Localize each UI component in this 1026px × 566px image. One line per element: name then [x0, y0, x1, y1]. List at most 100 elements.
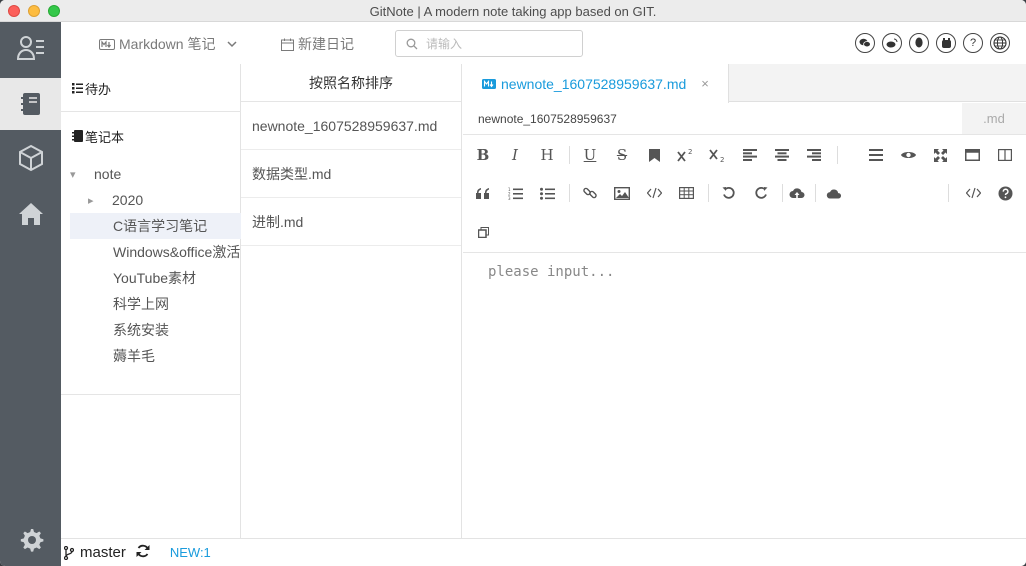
tree-item-label: note — [94, 166, 122, 182]
search-icon — [406, 38, 418, 49]
chevron-down-icon — [227, 41, 237, 48]
app-sidebar — [0, 22, 61, 566]
gear-icon — [20, 529, 43, 552]
wechat-icon[interactable] — [855, 33, 875, 53]
bold-icon[interactable]: B — [471, 143, 495, 167]
home-icon — [18, 203, 43, 225]
redo-icon[interactable] — [749, 181, 773, 205]
notebook-small-icon — [72, 130, 83, 142]
user-list-icon — [16, 36, 44, 60]
split-view-icon[interactable] — [993, 143, 1017, 167]
app-window: GitNote | A modern note taking app based… — [0, 0, 1026, 566]
heading-icon[interactable]: H — [535, 143, 559, 167]
sync-icon[interactable] — [136, 544, 150, 561]
undo-icon[interactable] — [717, 181, 741, 205]
help-icon[interactable]: ? — [963, 33, 983, 53]
filename-input[interactable] — [463, 103, 961, 134]
tab-label: newnote_1607528959637.md — [501, 75, 687, 92]
search-box — [395, 30, 583, 57]
file-list-panel: 按照名称排序 newnote_1607528959637.md 数据类型.md … — [241, 64, 462, 538]
tree-item-deals[interactable]: 薅羊毛 — [70, 343, 241, 369]
notebook-icon — [20, 93, 40, 115]
superscript-icon[interactable]: 2 — [674, 143, 698, 167]
tree-item-label: YouTube素材 — [113, 270, 197, 286]
align-left-icon[interactable] — [738, 143, 762, 167]
sidebar-item-settings[interactable] — [0, 514, 61, 566]
table-icon[interactable] — [674, 181, 698, 205]
fullscreen-icon[interactable] — [928, 143, 952, 167]
file-item[interactable]: newnote_1607528959637.md — [241, 102, 461, 150]
italic-icon[interactable]: I — [503, 143, 527, 167]
notebook-section[interactable]: 笔记本 — [61, 112, 241, 160]
hamburger-icon[interactable] — [864, 143, 888, 167]
link-icon[interactable] — [578, 181, 602, 205]
strikethrough-icon[interactable]: S — [610, 143, 634, 167]
align-center-icon[interactable] — [770, 143, 794, 167]
tree-item-windows-office[interactable]: Windows&office激活 — [70, 239, 241, 265]
separator — [837, 146, 838, 164]
tree-item-2020[interactable]: ▸ 2020 — [70, 187, 241, 213]
editor-pane: newnote_1607528959637.md × .md B I H U S… — [463, 64, 1026, 538]
sidebar-item-contacts[interactable] — [0, 22, 61, 74]
sort-by-name-button[interactable]: 按照名称排序 — [241, 64, 461, 102]
new-diary-button[interactable]: 新建日记 — [281, 34, 354, 54]
qq-icon[interactable] — [909, 33, 929, 53]
github-icon[interactable] — [936, 33, 956, 53]
separator — [569, 184, 570, 202]
code-icon[interactable] — [642, 181, 666, 205]
window-title: GitNote | A modern note taking app based… — [369, 4, 657, 19]
editor-textarea[interactable] — [463, 254, 1026, 538]
todo-section[interactable]: 待办 — [61, 64, 241, 112]
todo-label: 待办 — [85, 81, 112, 97]
note-mode-dropdown[interactable]: Markdown 笔记 — [99, 34, 239, 54]
notebook-panel: 待办 笔记本 ▾ note ▸ 2020 C语言学习笔记 Windows&off… — [61, 64, 241, 538]
sidebar-item-notes[interactable] — [0, 78, 61, 130]
tree-item-note[interactable]: ▾ note — [70, 161, 241, 187]
tree-item-label: 系统安装 — [113, 322, 169, 338]
tab-bar: newnote_1607528959637.md × — [463, 64, 1026, 103]
tree-item-youtube[interactable]: YouTube素材 — [70, 265, 241, 291]
tree-item-label: C语言学习笔记 — [113, 218, 208, 234]
underline-icon[interactable]: U — [578, 143, 602, 167]
todo-list-icon — [72, 83, 83, 94]
branch-indicator[interactable]: master — [64, 544, 126, 561]
unordered-list-icon[interactable] — [535, 181, 559, 205]
align-right-icon[interactable] — [802, 143, 826, 167]
quote-icon[interactable] — [471, 181, 495, 205]
ordered-list-icon[interactable]: 123 — [503, 181, 527, 205]
branch-name: master — [80, 544, 126, 561]
new-count-badge: NEW:1 — [169, 545, 211, 560]
window-icon[interactable] — [960, 143, 984, 167]
tree-item-science-internet[interactable]: 科学上网 — [70, 291, 241, 317]
sidebar-item-home[interactable] — [0, 188, 61, 240]
copy-icon[interactable] — [471, 220, 495, 244]
eye-icon[interactable] — [896, 143, 920, 167]
source-code-icon[interactable] — [961, 181, 985, 205]
subscript-icon[interactable]: 2 — [706, 143, 730, 167]
tree-item-c-notes[interactable]: C语言学习笔记 — [70, 213, 241, 239]
cloud-upload-icon[interactable] — [785, 181, 809, 205]
image-icon[interactable] — [610, 181, 634, 205]
divider — [61, 394, 241, 395]
svg-text:3: 3 — [508, 196, 511, 200]
separator — [815, 184, 816, 202]
tree-item-label: 科学上网 — [113, 296, 169, 312]
weibo-icon[interactable] — [882, 33, 902, 53]
globe-icon[interactable] — [990, 33, 1010, 53]
git-branch-icon — [64, 545, 74, 560]
file-item[interactable]: 数据类型.md — [241, 150, 461, 198]
cloud-icon[interactable] — [822, 181, 846, 205]
svg-text:2: 2 — [688, 148, 692, 156]
caret-down-icon: ▾ — [70, 168, 76, 181]
file-item[interactable]: 进制.md — [241, 198, 461, 246]
bookmark-icon[interactable] — [642, 143, 666, 167]
svg-text:2: 2 — [720, 156, 724, 162]
filename-row: .md — [463, 103, 1026, 135]
tree-item-system-install[interactable]: 系统安装 — [70, 317, 241, 343]
title-bar: GitNote | A modern note taking app based… — [0, 0, 1026, 22]
search-input[interactable] — [426, 36, 576, 51]
close-icon[interactable]: × — [701, 76, 709, 91]
tab-active-note[interactable]: newnote_1607528959637.md × — [463, 64, 729, 103]
help-circle-icon[interactable] — [993, 181, 1017, 205]
sidebar-item-packages[interactable] — [0, 132, 61, 184]
